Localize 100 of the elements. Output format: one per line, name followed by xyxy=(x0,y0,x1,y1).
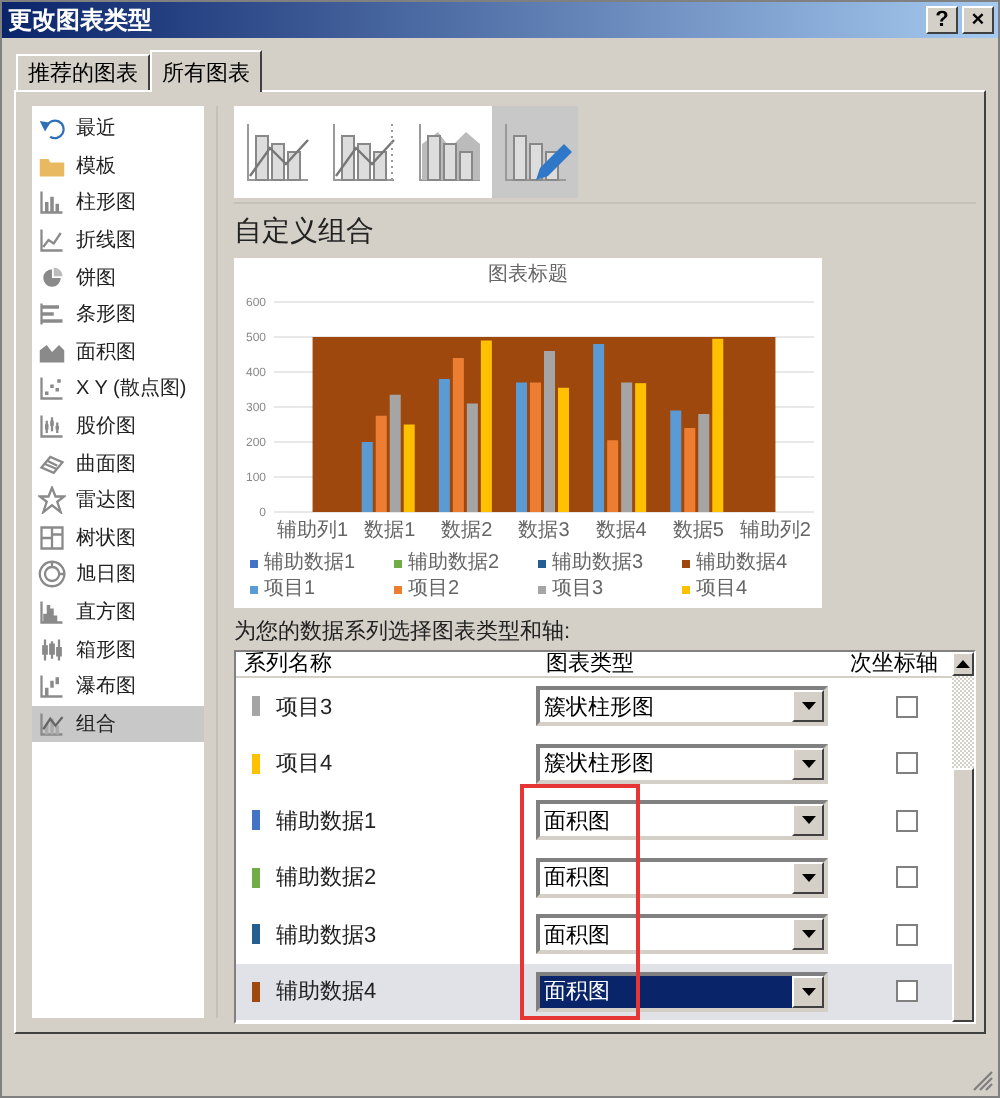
chart-type-item[interactable]: 面积图 xyxy=(32,333,204,371)
legend-item: 辅助数据3 xyxy=(538,552,644,574)
help-button[interactable]: ? xyxy=(926,6,958,34)
legend-item: 项目4 xyxy=(682,578,748,600)
line-chart-icon xyxy=(38,226,66,255)
series-row[interactable]: 项目4 簇状柱形图 xyxy=(236,735,952,792)
column-header: 图表类型 xyxy=(546,652,636,676)
chart-type-item[interactable]: 最近 xyxy=(32,110,204,148)
checkbox[interactable] xyxy=(895,980,917,1003)
chart-type-item[interactable]: 旭日图 xyxy=(32,556,204,594)
chart-type-dropdown[interactable]: 簇状柱形图 xyxy=(536,743,828,784)
window-title: 更改图表类型 xyxy=(8,3,152,37)
chart-type-item[interactable]: 柱形图 xyxy=(32,184,204,222)
category-label: 辅助列2 xyxy=(739,520,811,542)
area-bar-chart-icon xyxy=(413,120,485,184)
category-label: 数据2 xyxy=(441,520,493,542)
chart-bar xyxy=(530,382,541,512)
legend-item: 项目3 xyxy=(538,578,604,600)
chart-type-item[interactable]: 饼图 xyxy=(32,258,204,296)
tab[interactable]: 所有图表 xyxy=(150,50,262,92)
pie-chart-icon xyxy=(38,263,66,292)
legend-item: 项目2 xyxy=(394,578,460,600)
caret-icon xyxy=(801,816,815,825)
caret-icon xyxy=(801,759,815,768)
category-label: 数据1 xyxy=(364,520,416,542)
dropdown-button[interactable] xyxy=(792,918,824,951)
legend-label: 项目1 xyxy=(264,578,316,600)
radar-chart-icon xyxy=(38,486,66,515)
up-arrow-icon xyxy=(956,660,970,668)
dropdown-button[interactable] xyxy=(792,747,824,780)
chart-bar xyxy=(558,387,569,512)
resize-grip-icon[interactable] xyxy=(972,1070,994,1092)
tab[interactable]: 推荐的图表 xyxy=(16,54,150,90)
series-row[interactable]: 辅助数据1 面积图 xyxy=(236,792,952,849)
legend-label: 辅助数据4 xyxy=(696,550,788,574)
scatter-chart-icon xyxy=(38,374,66,403)
chart-type-item[interactable]: 曲面图 xyxy=(32,444,204,482)
checkbox[interactable] xyxy=(895,809,917,832)
close-button[interactable]: × xyxy=(962,6,994,34)
series-instruction: 为您的数据系列选择图表类型和轴: xyxy=(234,617,573,646)
bar-chart-icon xyxy=(38,188,66,217)
series-name: 辅助数据4 xyxy=(276,978,377,1007)
histogram-icon xyxy=(38,598,66,627)
legend-label: 项目3 xyxy=(552,578,604,600)
series-name: 辅助数据2 xyxy=(276,864,377,893)
category-label: 数据4 xyxy=(595,520,647,542)
checkbox[interactable] xyxy=(895,866,917,889)
chart-title: 图表标题 xyxy=(488,264,568,286)
checkbox[interactable] xyxy=(895,752,917,775)
chart-type-item[interactable]: X Y (散点图) xyxy=(32,370,204,408)
category-label: 辅助列1 xyxy=(277,520,349,542)
legend-item: 辅助数据1 xyxy=(250,552,356,574)
legend-item: 辅助数据2 xyxy=(394,552,500,574)
undo-icon xyxy=(38,114,66,143)
chart-type-item[interactable]: 雷达图 xyxy=(32,481,204,520)
combo-chart-icon xyxy=(38,709,66,738)
chart-type-dropdown[interactable]: 面积图 xyxy=(536,914,828,955)
column-header: 次坐标轴 xyxy=(848,652,938,676)
chart-type-item[interactable]: 树状图 xyxy=(32,519,204,557)
chart-type-dropdown[interactable]: 面积图 xyxy=(536,800,828,841)
box-plot-icon xyxy=(38,635,66,664)
series-row[interactable]: 辅助数据3 面积图 xyxy=(236,906,952,963)
chart-type-item[interactable]: 股价图 xyxy=(32,407,204,445)
combo-chart-icon xyxy=(327,120,399,184)
legend-item: 辅助数据4 xyxy=(682,552,788,574)
column-header: 系列名称 xyxy=(242,652,334,676)
dropdown-button[interactable] xyxy=(792,804,824,837)
dropdown-button[interactable] xyxy=(792,690,824,723)
chart-type-dropdown[interactable]: 面积图 xyxy=(536,971,828,1012)
series-name: 项目3 xyxy=(276,693,333,722)
selected-row[interactable]: 辅助数据4 面积图 xyxy=(236,963,952,1020)
legend-label: 辅助数据1 xyxy=(264,550,356,574)
chart-type-item[interactable]: 条形图 xyxy=(32,295,204,334)
series-row[interactable]: 项目3 簇状柱形图 xyxy=(236,678,952,735)
chart-type-item[interactable]: 箱形图 xyxy=(32,630,204,668)
chart-type-dropdown[interactable]: 簇状柱形图 xyxy=(536,686,828,727)
checkbox[interactable] xyxy=(895,695,917,718)
series-row[interactable]: 辅助数据2 面积图 xyxy=(236,849,952,906)
chart-type-item[interactable]: 瀑布图 xyxy=(32,667,204,705)
category-label: 数据5 xyxy=(672,520,724,542)
scrollbar[interactable] xyxy=(952,652,974,1022)
chart-type-item[interactable]: 模板 xyxy=(32,147,204,185)
dropdown-button[interactable] xyxy=(792,975,824,1008)
chart-type-item[interactable]: 折线图 xyxy=(32,221,204,259)
chart-bar xyxy=(516,382,527,512)
scrollbar-thumb[interactable] xyxy=(952,768,974,1022)
bar-chart-pencil-icon xyxy=(499,120,571,184)
chart-type-item[interactable]: 直方图 xyxy=(32,593,204,631)
series-name: 辅助数据3 xyxy=(276,921,377,950)
category-label: 数据3 xyxy=(518,520,570,542)
scroll-up-button[interactable] xyxy=(952,652,974,676)
chart-subtype-button[interactable] xyxy=(492,106,578,198)
legend-label: 辅助数据3 xyxy=(552,550,644,574)
chart-type-dropdown[interactable]: 面积图 xyxy=(536,857,828,898)
legend-item: 项目1 xyxy=(250,578,316,600)
chart-type-item[interactable]: 组合 xyxy=(32,705,204,743)
legend-label: 项目2 xyxy=(408,578,460,600)
dropdown-button[interactable] xyxy=(792,861,824,894)
checkbox[interactable] xyxy=(895,923,917,946)
caret-icon xyxy=(801,873,815,882)
